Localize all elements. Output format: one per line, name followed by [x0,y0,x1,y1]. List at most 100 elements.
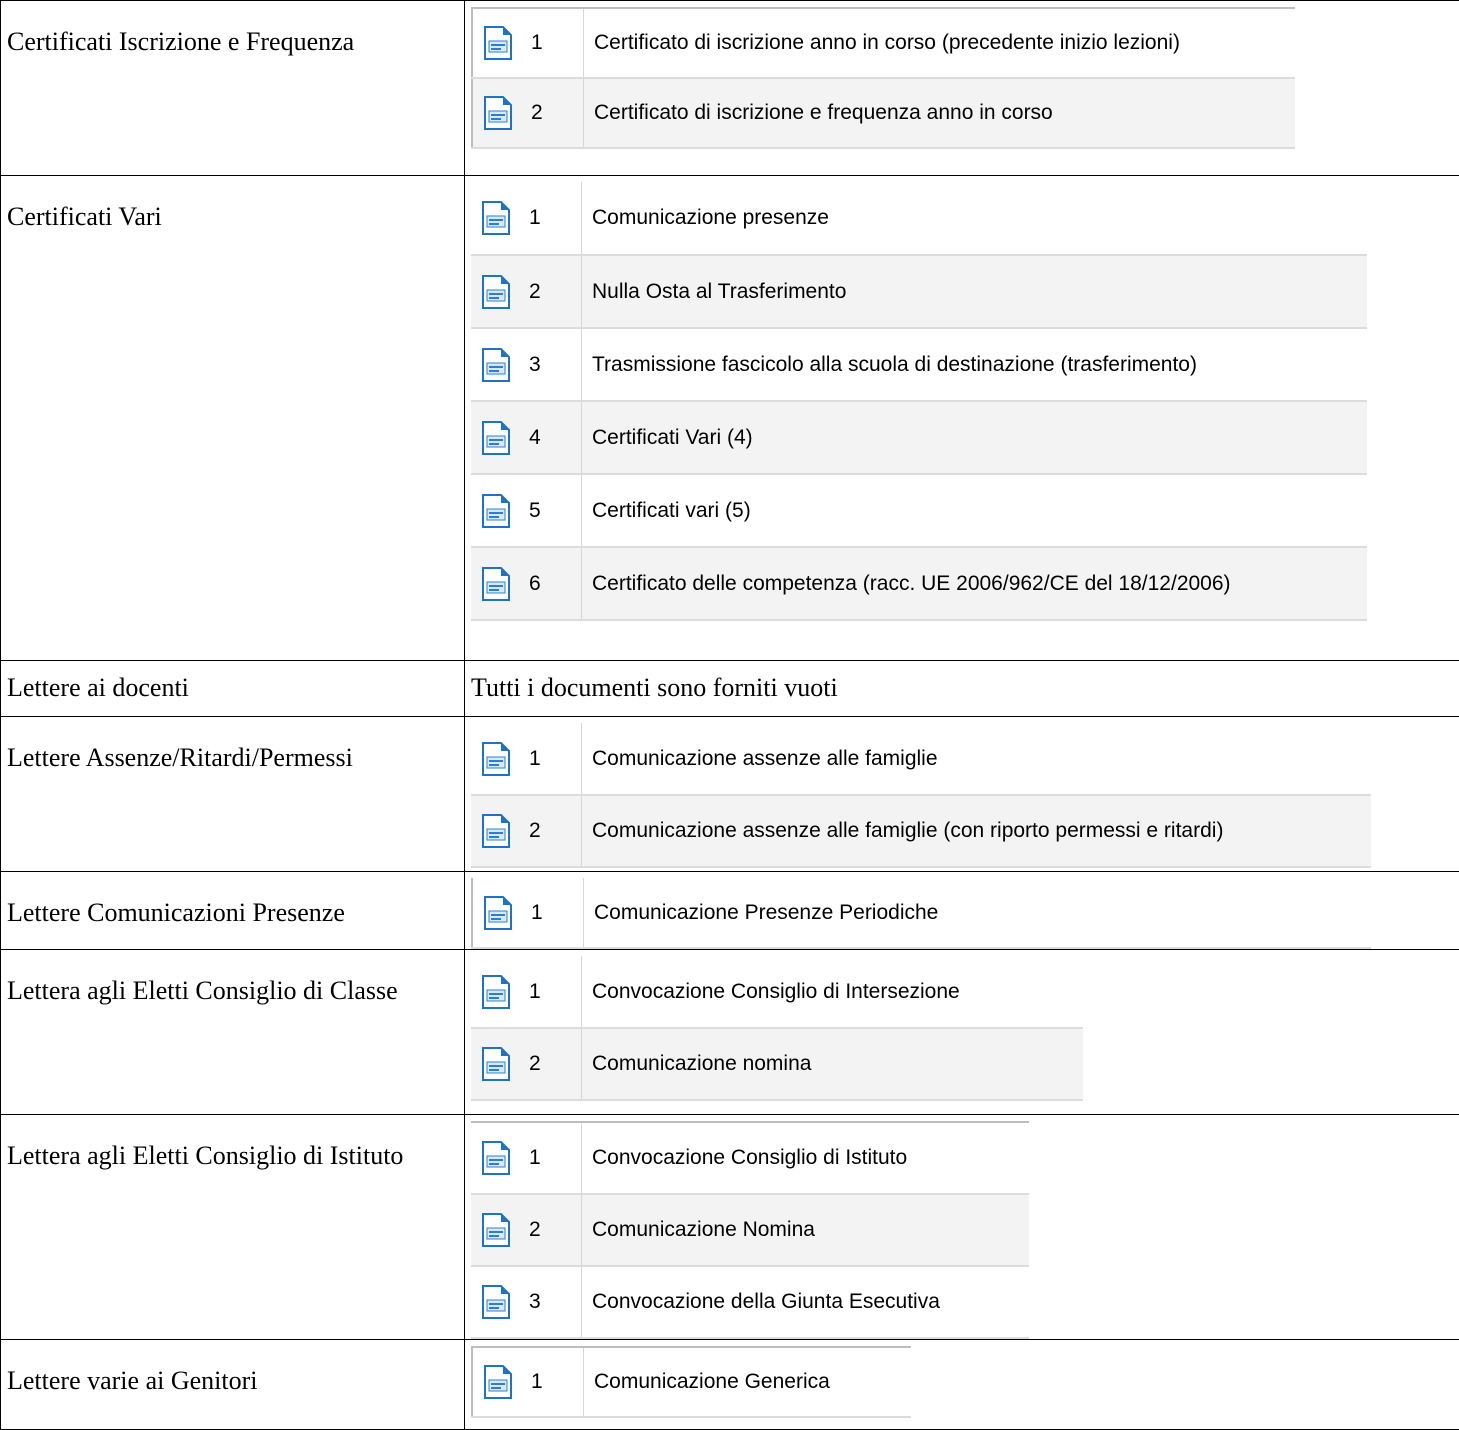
document-item[interactable]: 6Certificato delle competenza (racc. UE … [471,547,1367,620]
category-row: Lettere Comunicazioni Presenze1Comunicaz… [1,872,1459,950]
document-list-cell: 1Convocazione Consiglio di Intersezione2… [465,950,1459,1115]
document-title[interactable]: Certificato di iscrizione e frequenza an… [584,78,1296,148]
category-row: Lettere ai docentiTutti i documenti sono… [1,661,1459,717]
document-list: 1Comunicazione assenze alle famiglie2Com… [471,723,1371,868]
document-item[interactable]: 3Convocazione della Giunta Esecutiva [471,1266,1029,1338]
document-item[interactable]: 4Certificati Vari (4) [471,401,1367,474]
document-title[interactable]: Comunicazione assenze alle famiglie [582,723,1372,795]
document-list-cell: 1Comunicazione presenze2Nulla Osta al Tr… [465,176,1459,661]
document-title[interactable]: Convocazione Consiglio di Istituto [582,1122,1030,1194]
document-number: 1 [521,723,582,795]
category-label: Lettere varie ai Genitori [1,1340,465,1430]
document-list-cell: 1Certificato di iscrizione anno in corso… [465,1,1459,176]
document-item[interactable]: 2Nulla Osta al Trasferimento [471,255,1367,328]
document-icon-cell[interactable] [472,8,523,78]
document-number: 4 [521,401,582,474]
document-icon-cell[interactable] [471,328,521,401]
document-list: 1Certificato di iscrizione anno in corso… [471,7,1295,149]
document-number: 5 [521,474,582,547]
category-row: Lettera agli Eletti Consiglio di Istitut… [1,1115,1459,1340]
document-icon [481,974,511,1010]
document-icon [481,420,511,456]
document-title[interactable]: Convocazione Consiglio di Intersezione [582,956,1084,1028]
document-title[interactable]: Comunicazione Generica [584,1347,912,1417]
document-title[interactable]: Comunicazione assenze alle famiglie (con… [582,795,1372,867]
document-number: 6 [521,547,582,620]
document-title[interactable]: Certificato di iscrizione anno in corso … [584,8,1296,78]
document-icon-cell[interactable] [471,723,521,795]
document-title[interactable]: Comunicazione nomina [582,1028,1084,1100]
document-icon-cell[interactable] [471,255,521,328]
document-icon-cell[interactable] [472,1347,523,1417]
document-icon-cell[interactable] [471,401,521,474]
document-item[interactable]: 1Comunicazione Presenze Periodiche [472,878,1371,948]
document-title[interactable]: Convocazione della Giunta Esecutiva [582,1266,1030,1338]
document-icon [481,1046,511,1082]
document-icon-cell[interactable] [471,1194,521,1266]
category-label: Lettera agli Eletti Consiglio di Classe [1,950,465,1115]
category-label: Certificati Iscrizione e Frequenza [1,1,465,176]
document-title[interactable]: Certificato delle competenza (racc. UE 2… [582,547,1368,620]
document-icon-cell[interactable] [471,1122,521,1194]
document-title[interactable]: Certificati Vari (4) [582,401,1368,474]
document-icon [483,25,513,61]
document-icon [481,1212,511,1248]
category-label: Lettere ai docenti [1,661,465,717]
document-item[interactable]: 1Convocazione Consiglio di Intersezione [471,956,1083,1028]
document-icon-cell[interactable] [472,878,523,948]
document-icon-cell[interactable] [471,956,521,1028]
document-number: 2 [521,255,582,328]
category-label: Certificati Vari [1,176,465,661]
document-icon-cell[interactable] [471,795,521,867]
document-item[interactable]: 1Comunicazione assenze alle famiglie [471,723,1371,795]
document-item[interactable]: 3Trasmissione fascicolo alla scuola di d… [471,328,1367,401]
category-label: Lettere Assenze/Ritardi/Permessi [1,717,465,872]
document-item[interactable]: 1Comunicazione Generica [472,1347,911,1417]
document-list: 1Convocazione Consiglio di Intersezione2… [471,956,1083,1101]
empty-documents-message: Tutti i documenti sono forniti vuoti [465,661,1459,717]
category-row: Lettere varie ai Genitori1Comunicazione … [1,1340,1459,1430]
document-icon-cell[interactable] [471,1266,521,1338]
document-item[interactable]: 1Convocazione Consiglio di Istituto [471,1122,1029,1194]
category-row: Lettera agli Eletti Consiglio di Classe1… [1,950,1459,1115]
document-list-cell: 1Comunicazione Generica [465,1340,1459,1430]
document-title[interactable]: Nulla Osta al Trasferimento [582,255,1368,328]
document-list-cell: 1Convocazione Consiglio di Istituto2Comu… [465,1115,1459,1340]
document-item[interactable]: 2Comunicazione Nomina [471,1194,1029,1266]
document-icon-cell[interactable] [471,182,521,255]
document-item[interactable]: 2Certificato di iscrizione e frequenza a… [472,78,1295,148]
document-number: 1 [523,8,584,78]
document-icon-cell[interactable] [472,78,523,148]
document-icon-cell[interactable] [471,1028,521,1100]
category-label: Lettere Comunicazioni Presenze [1,872,465,950]
category-row: Lettere Assenze/Ritardi/Permessi1Comunic… [1,717,1459,872]
document-number: 1 [523,878,584,948]
document-number: 3 [521,1266,582,1338]
document-number: 2 [523,78,584,148]
document-title[interactable]: Comunicazione Presenze Periodiche [584,878,1372,948]
category-row: Certificati Iscrizione e Frequenza1Certi… [1,1,1459,176]
document-list: 1Comunicazione presenze2Nulla Osta al Tr… [471,182,1367,621]
document-icon-cell[interactable] [471,547,521,620]
document-list-cell: 1Comunicazione assenze alle famiglie2Com… [465,717,1459,872]
document-item[interactable]: 1Comunicazione presenze [471,182,1367,255]
document-icon [481,813,511,849]
document-list: 1Comunicazione Generica [471,1346,911,1418]
document-list: 1Convocazione Consiglio di Istituto2Comu… [471,1121,1029,1339]
document-title[interactable]: Comunicazione presenze [582,182,1368,255]
document-item[interactable]: 1Certificato di iscrizione anno in corso… [472,8,1295,78]
document-title[interactable]: Trasmissione fascicolo alla scuola di de… [582,328,1368,401]
document-title[interactable]: Certificati vari (5) [582,474,1368,547]
document-number: 2 [521,1028,582,1100]
document-icon [481,200,511,236]
document-item[interactable]: 2Comunicazione assenze alle famiglie (co… [471,795,1371,867]
document-number: 2 [521,795,582,867]
document-icon [481,347,511,383]
document-title[interactable]: Comunicazione Nomina [582,1194,1030,1266]
document-icon [481,566,511,602]
document-icon-cell[interactable] [471,474,521,547]
document-item[interactable]: 2Comunicazione nomina [471,1028,1083,1100]
document-number: 3 [521,328,582,401]
document-icon [481,741,511,777]
document-item[interactable]: 5Certificati vari (5) [471,474,1367,547]
